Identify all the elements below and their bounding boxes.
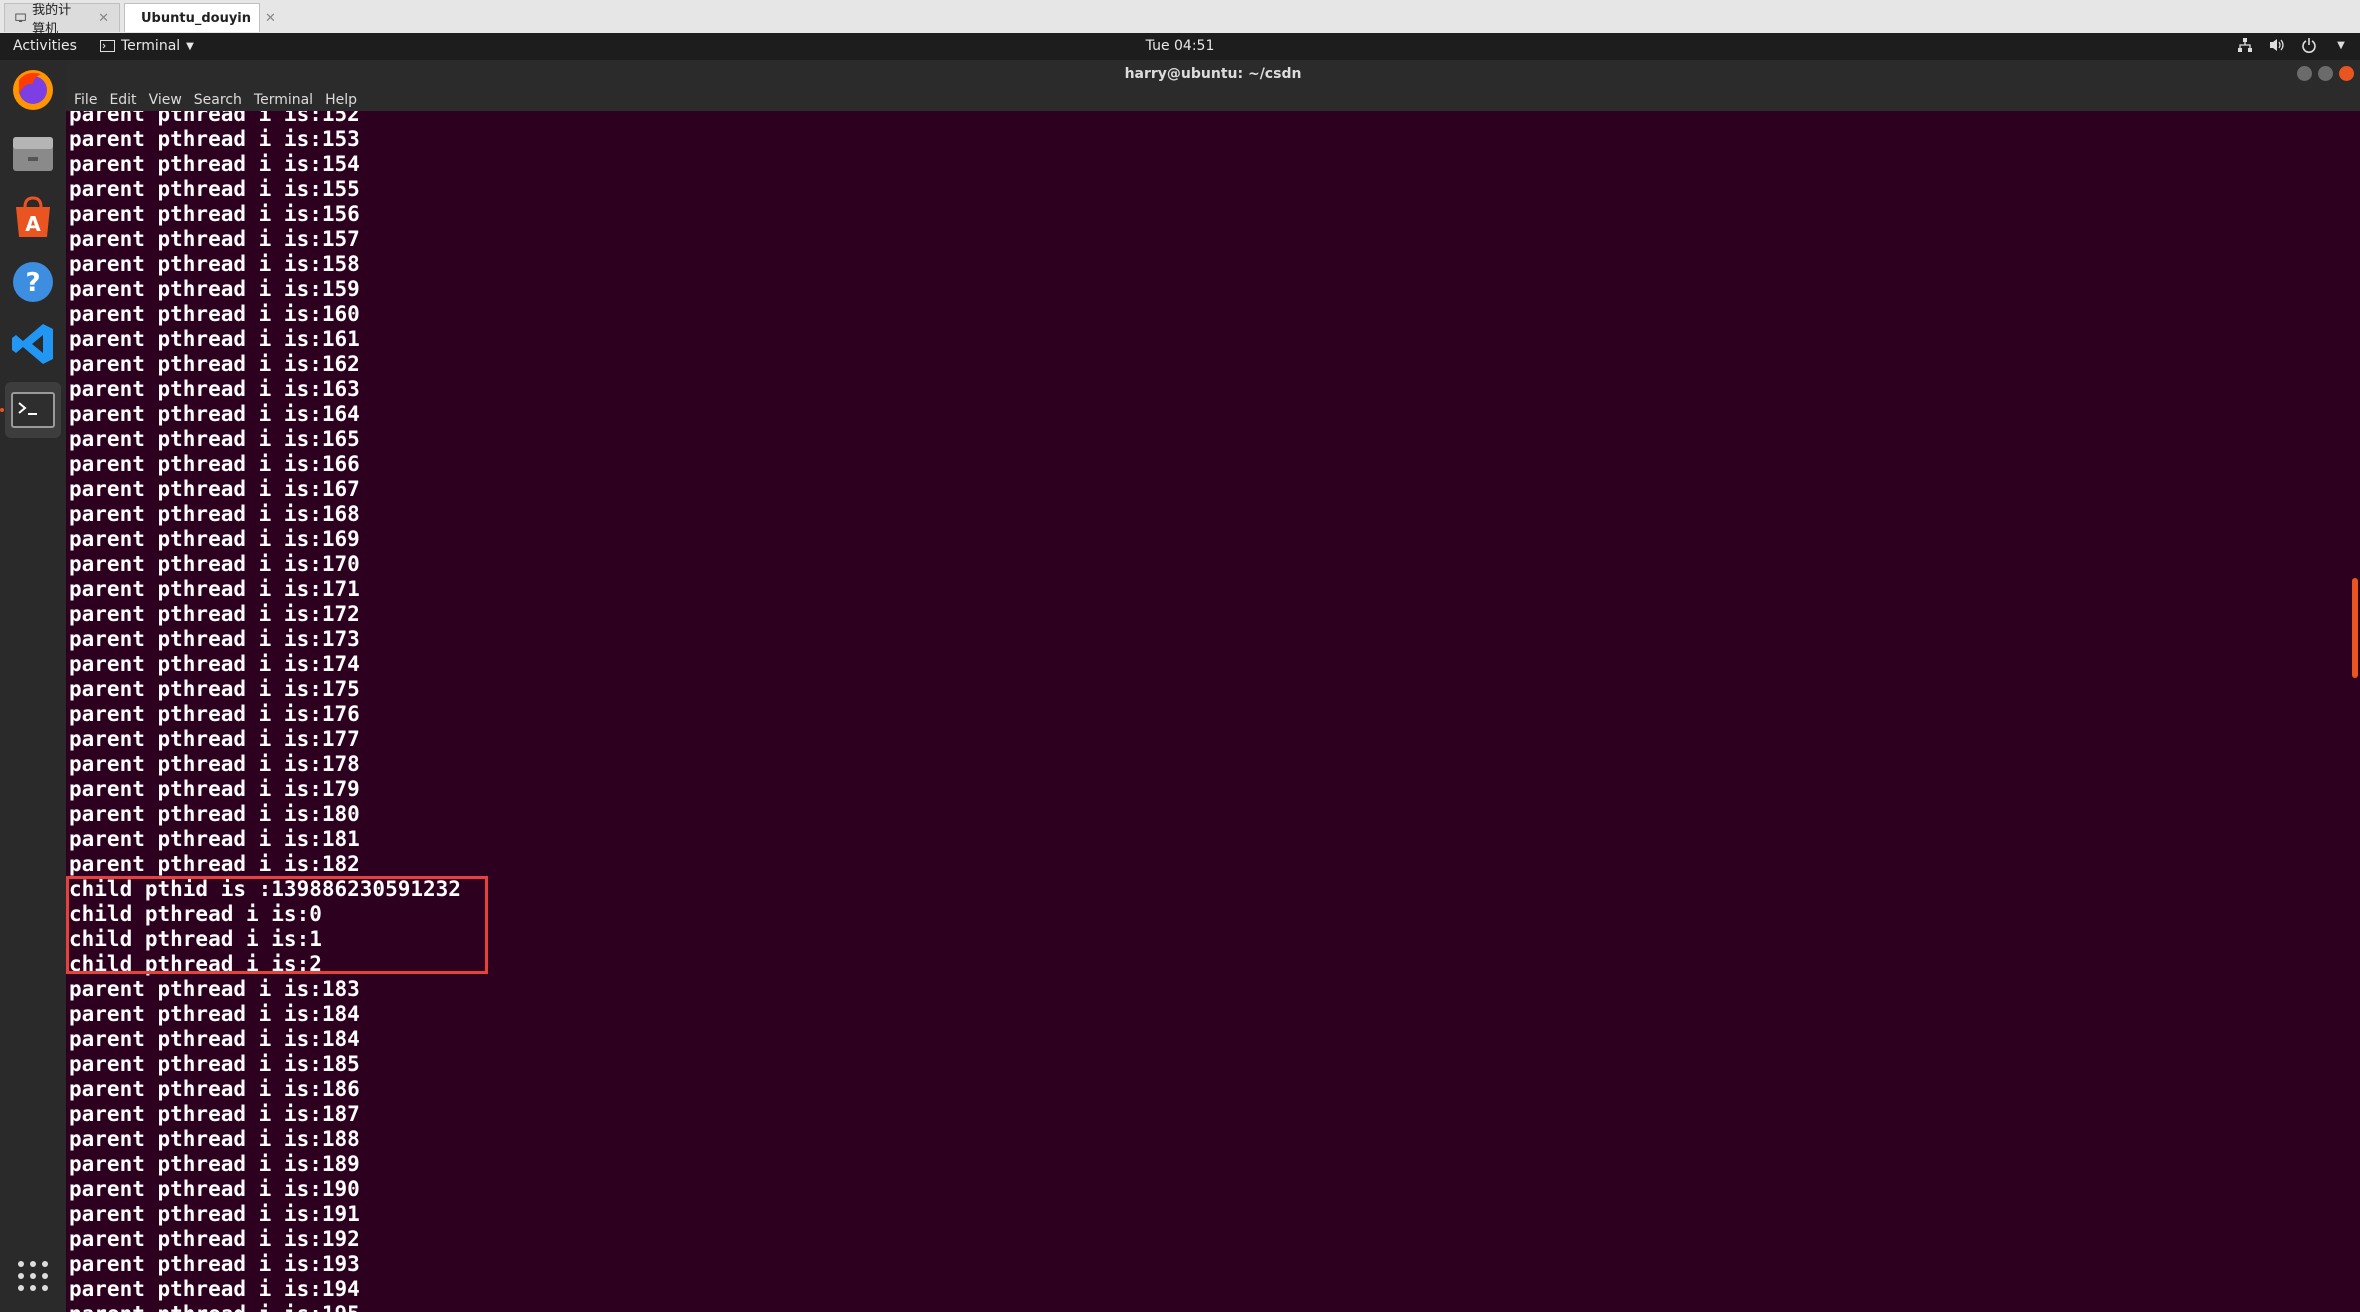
software-icon: A <box>16 196 50 237</box>
menu-view[interactable]: View <box>149 92 182 108</box>
dock-firefox[interactable] <box>5 62 61 118</box>
dock-files[interactable] <box>5 126 61 182</box>
terminal-line: parent pthread i is:158 <box>69 252 360 276</box>
terminal-line: parent pthread i is:182 <box>69 852 360 876</box>
terminal-icon <box>11 392 55 428</box>
terminal-line: parent pthread i is:175 <box>69 677 360 701</box>
terminal-line: parent pthread i is:189 <box>69 1152 360 1176</box>
terminal-line: child pthread i is:2 <box>69 952 322 976</box>
show-applications-icon <box>18 1261 48 1291</box>
terminal-line: parent pthread i is:157 <box>69 227 360 251</box>
maximize-button[interactable] <box>2318 66 2333 81</box>
terminal-line: parent pthread i is:173 <box>69 627 360 651</box>
clock[interactable]: Tue 04:51 <box>1146 38 1215 54</box>
vscode-icon <box>12 324 53 364</box>
terminal-line: child pthread i is:0 <box>69 902 322 926</box>
vm-tab-strip: 我的计算机 ✕ Ubuntu_douyin ✕ <box>0 0 2360 37</box>
terminal-line: parent pthread i is:178 <box>69 752 360 776</box>
terminal-line: parent pthread i is:188 <box>69 1127 360 1151</box>
terminal-line: parent pthread i is:180 <box>69 802 360 826</box>
terminal-line: parent pthread i is:186 <box>69 1077 360 1101</box>
window-controls <box>2297 66 2354 81</box>
terminal-line: parent pthread i is:195 <box>69 1302 461 1312</box>
terminal-line: parent pthread i is:170 <box>69 552 360 576</box>
terminal-line: parent pthread i is:184 <box>69 1002 360 1026</box>
close-button[interactable] <box>2339 66 2354 81</box>
menu-terminal[interactable]: Terminal <box>254 92 313 108</box>
svg-text:?: ? <box>25 268 40 298</box>
terminal-line: parent pthread i is:181 <box>69 827 360 851</box>
running-indicator <box>0 408 4 412</box>
system-tray[interactable]: ▼ <box>2236 36 2350 54</box>
terminal-line: parent pthread i is:162 <box>69 352 360 376</box>
terminal-line: parent pthread i is:165 <box>69 427 360 451</box>
files-icon <box>13 137 53 171</box>
terminal-line: parent pthread i is:159 <box>69 277 360 301</box>
vm-tab-label: Ubuntu_douyin <box>141 10 252 26</box>
close-icon[interactable]: ✕ <box>98 11 109 26</box>
menu-edit[interactable]: Edit <box>109 92 136 108</box>
terminal-line: parent pthread i is:155 <box>69 177 360 201</box>
terminal-line: child pthread i is:1 <box>69 927 322 951</box>
terminal-scrollbar[interactable] <box>2348 111 2360 1312</box>
minimize-button[interactable] <box>2297 66 2312 81</box>
ubuntu-dock: A ? <box>0 60 67 1312</box>
terminal-line: parent pthread i is:166 <box>69 452 360 476</box>
window-titlebar[interactable]: harry@ubuntu: ~/csdn <box>66 60 2360 88</box>
terminal-line: parent pthread i is:187 <box>69 1102 360 1126</box>
terminal-line: parent pthread i is:184 <box>69 1027 360 1051</box>
terminal-line: parent pthread i is:168 <box>69 502 360 526</box>
dock-terminal[interactable] <box>5 382 61 438</box>
terminal-line: parent pthread i is:176 <box>69 702 360 726</box>
svg-text:A: A <box>25 212 41 236</box>
terminal-line: parent pthread i is:177 <box>69 727 360 751</box>
gnome-top-bar: Activities Terminal ▼ Tue 04:51 ▼ <box>0 33 2360 60</box>
terminal-line: parent pthread i is:172 <box>69 602 360 626</box>
terminal-line: parent pthread i is:153 <box>69 127 360 151</box>
close-icon[interactable]: ✕ <box>265 11 276 26</box>
power-icon[interactable] <box>2300 36 2318 54</box>
terminal-line: parent pthread i is:191 <box>69 1202 360 1226</box>
terminal-line: parent pthread i is:164 <box>69 402 360 426</box>
terminal-line: parent pthread i is:169 <box>69 527 360 551</box>
menu-file[interactable]: File <box>74 92 97 108</box>
volume-icon[interactable] <box>2268 36 2286 54</box>
terminal-line: parent pthread i is:152 <box>69 111 360 126</box>
terminal-line: parent pthread i is:193 <box>69 1252 360 1276</box>
vm-tab-label: 我的计算机 <box>32 3 72 37</box>
terminal-lines: parent pthread i is:152 parent pthread i … <box>69 111 461 1312</box>
window-title: harry@ubuntu: ~/csdn <box>1124 66 1302 82</box>
terminal-line: child pthid is :139886230591232 <box>69 877 461 901</box>
dock-software[interactable]: A <box>5 190 61 246</box>
terminal-output[interactable]: parent pthread i is:152 parent pthread i … <box>66 111 2348 1312</box>
firefox-icon <box>13 70 53 110</box>
terminal-line: parent pthread i is:190 <box>69 1177 360 1201</box>
menu-help[interactable]: Help <box>325 92 357 108</box>
terminal-line: parent pthread i is:167 <box>69 477 360 501</box>
scrollbar-thumb[interactable] <box>2352 578 2358 678</box>
terminal-line: parent pthread i is:174 <box>69 652 360 676</box>
terminal-line: parent pthread i is:185 <box>69 1052 360 1076</box>
dock-show-applications[interactable] <box>5 1248 61 1304</box>
network-icon[interactable] <box>2236 36 2254 54</box>
terminal-line: parent pthread i is:179 <box>69 777 360 801</box>
terminal-line: parent pthread i is:161 <box>69 327 360 351</box>
monitor-icon <box>15 13 26 22</box>
terminal-line: parent pthread i is:163 <box>69 377 360 401</box>
terminal-line: parent pthread i is:171 <box>69 577 360 601</box>
terminal-line: parent pthread i is:160 <box>69 302 360 326</box>
terminal-line: parent pthread i is:154 <box>69 152 360 176</box>
terminal-menubar: File Edit View Search Terminal Help <box>66 88 2360 111</box>
dock-vscode[interactable] <box>5 316 61 372</box>
vm-tab-my-computer[interactable]: 我的计算机 ✕ <box>4 3 120 37</box>
help-icon: ? <box>13 262 53 302</box>
menu-search[interactable]: Search <box>194 92 242 108</box>
dock-help[interactable]: ? <box>5 254 61 310</box>
terminal-line: parent pthread i is:194 <box>69 1277 360 1301</box>
terminal-line: parent pthread i is:192 <box>69 1227 360 1251</box>
chevron-down-icon[interactable]: ▼ <box>2332 36 2350 54</box>
terminal-line: parent pthread i is:156 <box>69 202 360 226</box>
terminal-line: parent pthread i is:183 <box>69 977 360 1001</box>
vm-tab-ubuntu[interactable]: Ubuntu_douyin ✕ <box>124 3 276 32</box>
